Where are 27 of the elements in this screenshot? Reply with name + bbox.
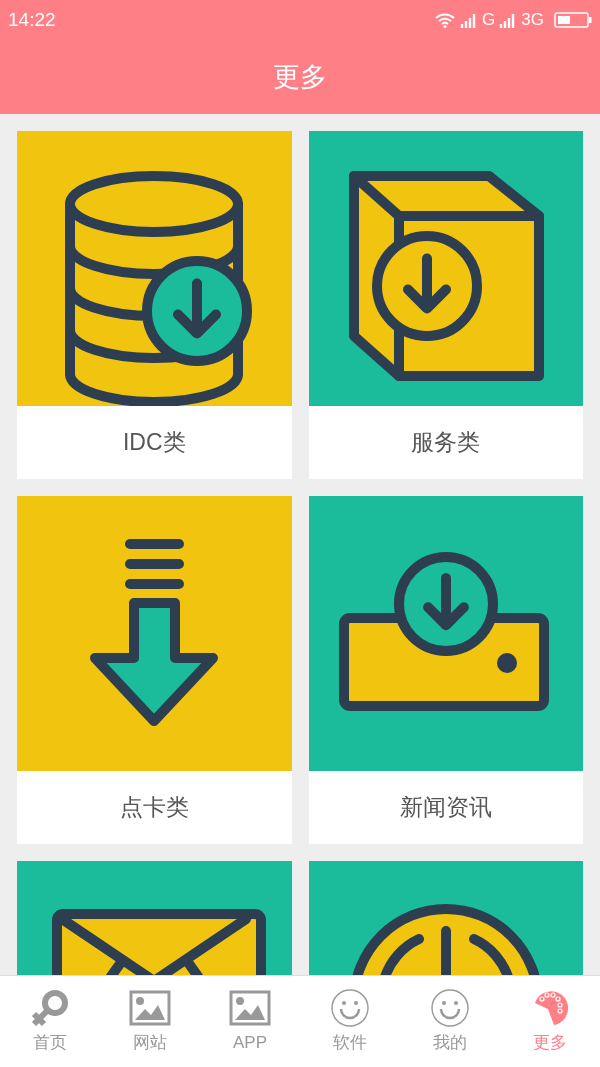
card-label: 新闻资讯 (399, 793, 492, 823)
nav-tab[interactable]: APP (200, 976, 300, 1067)
nav-tab[interactable]: 我的 (400, 976, 500, 1067)
box-download-icon (348, 171, 544, 381)
nav-tab[interactable]: 软件 (300, 976, 400, 1067)
card-label: 点卡类 (119, 793, 189, 823)
network-type: G (482, 9, 496, 32)
status-time: 14:22 (8, 7, 56, 32)
page-title: 更多 (273, 60, 327, 94)
battery-icon (554, 12, 592, 28)
smiley-icon (328, 987, 372, 1028)
drive-download-icon (338, 552, 549, 711)
envelope-icon (52, 909, 266, 975)
category-card[interactable]: 新闻资讯 (308, 496, 583, 844)
database-download-icon (65, 171, 252, 406)
category-card[interactable]: IDC类 (17, 131, 292, 479)
category-card[interactable]: 点卡类 (17, 496, 292, 844)
nav-tab[interactable]: 首页 (0, 976, 100, 1067)
smiley-icon (428, 987, 472, 1028)
down-arrow-icon (90, 539, 218, 726)
card-label: 服务类 (411, 428, 481, 458)
wifi-icon (434, 12, 457, 28)
nav-tab[interactable]: 更多 (500, 976, 600, 1067)
card-label: IDC类 (122, 428, 186, 458)
network-type: 3G (521, 9, 544, 32)
category-card[interactable]: 服务类 (308, 131, 583, 479)
nav-tab[interactable]: 网站 (100, 976, 200, 1067)
